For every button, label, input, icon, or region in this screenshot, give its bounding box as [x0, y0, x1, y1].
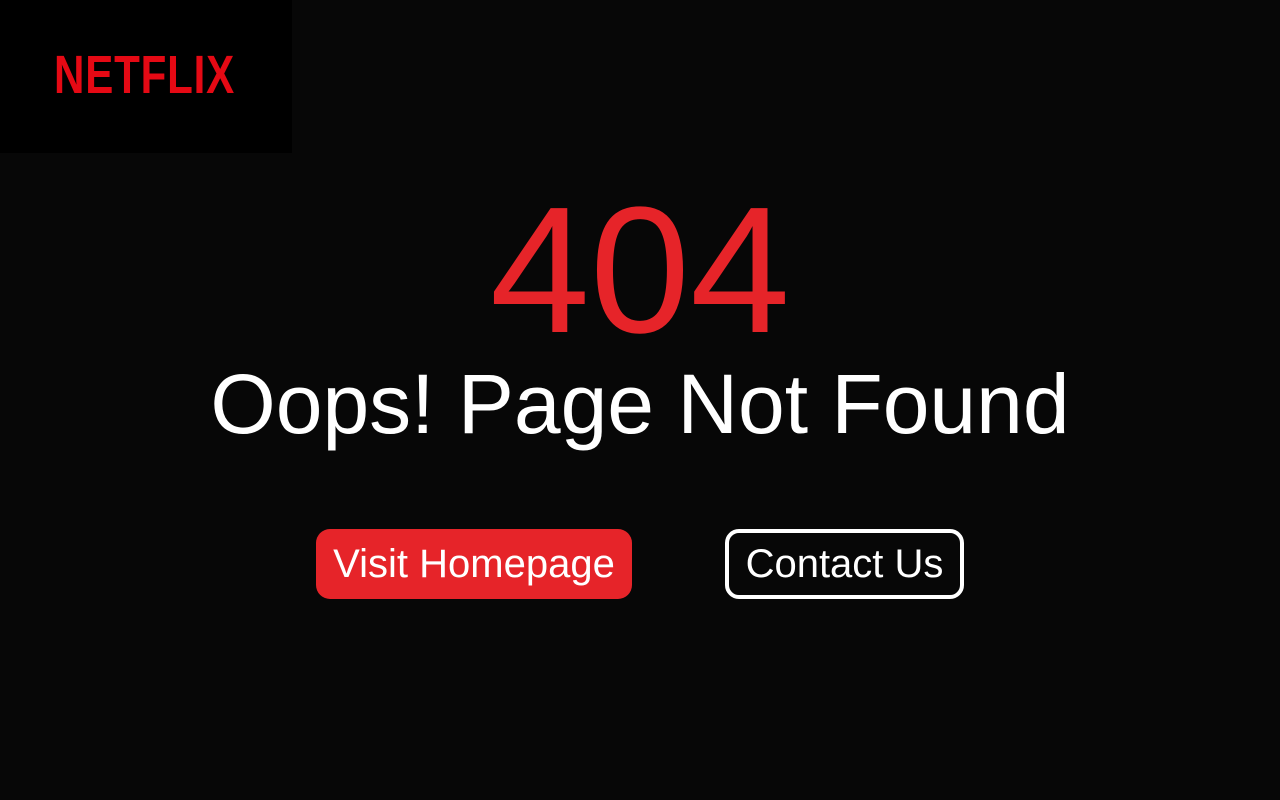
error-code: 404	[489, 170, 791, 371]
error-page: NETFLIX 404 Oops! Page Not Found Visit H…	[0, 0, 1280, 800]
contact-us-button[interactable]: Contact Us	[725, 529, 964, 599]
netflix-logo[interactable]: NETFLIX	[54, 44, 235, 106]
visit-homepage-button[interactable]: Visit Homepage	[316, 529, 632, 599]
error-message: Oops! Page Not Found	[210, 357, 1070, 451]
logo-area: NETFLIX	[0, 0, 292, 153]
